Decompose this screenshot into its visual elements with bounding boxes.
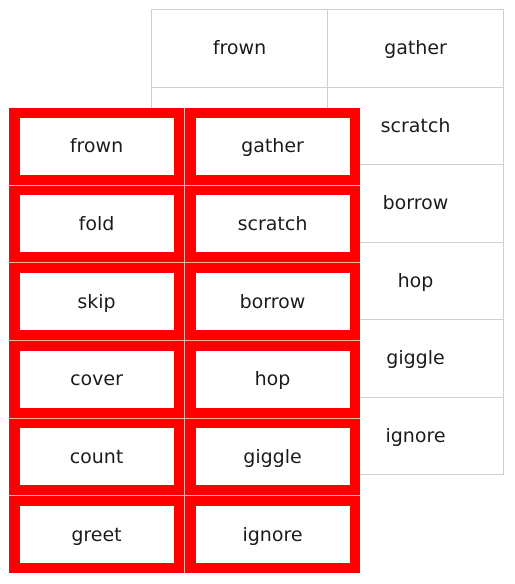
word-card-label: scratch	[195, 195, 350, 253]
word-card[interactable]: borrow	[185, 263, 360, 340]
word-card[interactable]: hop	[185, 340, 360, 418]
word-card-label: count	[19, 428, 174, 486]
back-card: frown	[151, 9, 328, 88]
word-card-label: ignore	[195, 506, 350, 564]
word-card[interactable]: scratch	[185, 185, 360, 263]
word-card-label: skip	[19, 273, 174, 331]
word-card-label: hop	[195, 350, 350, 408]
back-card: gather	[327, 9, 504, 88]
word-card[interactable]: count	[9, 418, 184, 496]
word-card-label: giggle	[195, 428, 350, 486]
word-card[interactable]: ignore	[185, 496, 360, 573]
word-card-label: cover	[19, 350, 174, 408]
word-card-label: fold	[19, 195, 174, 253]
word-card[interactable]: skip	[9, 263, 184, 340]
word-card-label: gather	[195, 117, 350, 175]
word-card[interactable]: gather	[185, 108, 360, 185]
word-card[interactable]: fold	[9, 185, 184, 263]
word-card-label: greet	[19, 506, 174, 564]
word-card[interactable]: frown	[9, 108, 184, 185]
word-card[interactable]: cover	[9, 340, 184, 418]
red-word-card-grid: frown gather fold scratch skip borrow cover hop…	[9, 108, 360, 573]
word-card-label: borrow	[195, 273, 350, 331]
word-card[interactable]: giggle	[185, 418, 360, 496]
word-card-label: frown	[19, 117, 174, 175]
word-card[interactable]: greet	[9, 496, 184, 573]
